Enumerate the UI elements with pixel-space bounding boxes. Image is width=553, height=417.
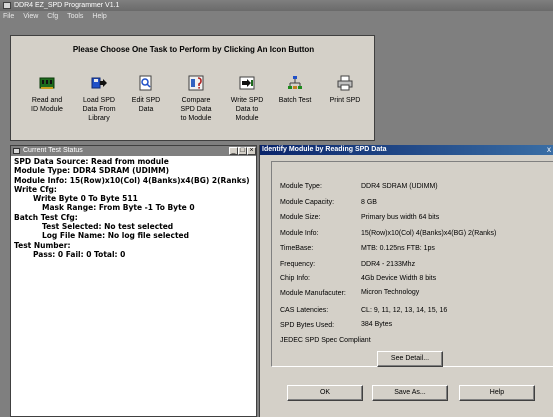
identify-module-dialog: Identify Module by Reading SPD Data x Mo… [259, 145, 553, 417]
field-label: Frequency: [280, 261, 316, 268]
field-label: Module Manufacuter: [280, 290, 346, 297]
compare-spd-button[interactable]: Compare SPD Data to Module [172, 75, 220, 123]
see-detail-button[interactable]: See Detail... [377, 351, 443, 367]
close-icon[interactable]: x [547, 145, 551, 155]
menu-help[interactable]: Help [92, 13, 106, 20]
status-line-pass-fail: Pass: 0 Fail: 0 Total: 0 [33, 249, 126, 259]
app-title-bar: DDR4 EZ_SPD Programmer V1.1 [0, 0, 553, 11]
task-label-line3: Library [88, 115, 110, 122]
field-value-module-size: Primary bus width 64 bits [361, 214, 440, 221]
status-line-module-info: Module Info: 15(Row)x10(Col) 4(Banks)x4(… [14, 175, 250, 185]
status-line-batch-cfg: Batch Test Cfg: [14, 212, 78, 222]
status-title: Current Test Status [23, 147, 83, 154]
compare-icon [188, 75, 204, 91]
field-label: SPD Bytes Used: [280, 322, 335, 329]
read-id-module-button[interactable]: Read and ID Module [23, 75, 71, 114]
status-line-module-type: Module Type: DDR4 SDRAM (UDIMM) [14, 166, 169, 176]
edit-spd-button[interactable]: Edit SPD Data [122, 75, 170, 114]
current-test-status-window: Current Test Status _ □ × SPD Data Sourc… [10, 145, 257, 417]
menu-tools[interactable]: Tools [67, 13, 83, 20]
printer-icon [337, 75, 353, 91]
write-arrow-icon [239, 76, 255, 90]
status-line-write-cfg: Write Cfg: [14, 184, 57, 194]
task-label-line1: Read and [31, 97, 63, 104]
field-value-cas-latencies: CL: 9, 11, 12, 13, 14, 15, 16 [361, 307, 448, 314]
ok-button[interactable]: OK [287, 385, 363, 401]
minimize-button[interactable]: _ [229, 147, 238, 155]
task-label-line2: Data From [82, 106, 116, 113]
menu-cfg[interactable]: Cfg [47, 13, 58, 20]
app-title: DDR4 EZ_SPD Programmer V1.1 [14, 2, 120, 9]
task-heading: Please Choose One Task to Perform by Cli… [72, 45, 315, 54]
help-button[interactable]: Help [459, 385, 535, 401]
status-line-source: SPD Data Source: Read from module [14, 157, 169, 166]
field-value-chip-info: 4Gb Device Width 8 bits [361, 275, 437, 282]
batch-network-icon [288, 76, 302, 89]
task-label-line2: SPD Data [180, 106, 212, 113]
task-label-line2: Data [138, 106, 154, 113]
load-spd-button[interactable]: Load SPD Data From Library [75, 75, 123, 123]
field-value-module-info: 15(Row)x10(Col) 4(Banks)x4(BG) 2(Ranks) [361, 230, 497, 237]
field-label: TimeBase: [280, 245, 314, 252]
app-icon [3, 2, 11, 9]
field-value-capacity: 8 GB [361, 199, 377, 206]
status-line-write-range: Write Byte 0 To Byte 511 [33, 194, 138, 204]
task-label-line1: Compare [181, 97, 211, 104]
task-label-line3: to Module [180, 115, 212, 122]
field-label: Chip Info: [280, 275, 310, 282]
task-panel: Please Choose One Task to Perform by Cli… [10, 35, 375, 141]
status-line-log-file: Log File Name: No log file selected [42, 231, 189, 241]
status-line-test-selected: Test Selected: No test selected [42, 222, 174, 232]
write-spd-button[interactable]: Write SPD Data to Module [223, 75, 271, 123]
batch-test-button[interactable]: Batch Test [271, 75, 319, 105]
menu-bar: File View Cfg Tools Help [0, 11, 553, 23]
memory-module-icon [39, 77, 55, 89]
identify-title: Identify Module by Reading SPD Data [262, 146, 387, 153]
status-title-bar: Current Test Status [11, 146, 256, 156]
status-line-test-number: Test Number: [14, 240, 71, 250]
menu-file[interactable]: File [3, 13, 14, 20]
field-label: Module Size: [280, 214, 321, 221]
field-value-spd-bytes: 384 Bytes [361, 321, 393, 328]
field-value-frequency: DDR4 - 2133Mhz [361, 261, 416, 268]
identify-title-bar: Identify Module by Reading SPD Data [260, 145, 553, 155]
field-label: CAS Latencies: [280, 307, 329, 314]
task-label-line1: Write SPD [230, 97, 264, 104]
status-body: SPD Data Source: Read from module Module… [14, 157, 254, 259]
magnifier-icon [139, 75, 152, 91]
task-label-line2: Data to [235, 106, 259, 113]
field-value-module-type: DDR4 SDRAM (UDIMM) [361, 183, 438, 190]
close-button[interactable]: × [247, 147, 256, 155]
task-label-line3: Module [235, 115, 259, 122]
field-label: Module Capacity: [280, 199, 335, 206]
field-value-manufacturer: Micron Technology [361, 289, 420, 296]
print-spd-button[interactable]: Print SPD [321, 75, 369, 105]
field-label: Module Info: [280, 230, 319, 237]
maximize-button[interactable]: □ [238, 147, 247, 155]
jedec-compliance-text: JEDEC SPD Spec Compliant [280, 337, 371, 344]
task-label-line2: ID Module [31, 106, 63, 113]
task-label-line1: Load SPD [83, 97, 115, 104]
task-label-line1: Batch Test [278, 97, 312, 104]
field-value-timebase: MTB: 0.125ns FTB: 1ps [361, 245, 435, 252]
save-as-button[interactable]: Save As... [372, 385, 448, 401]
window-icon [13, 148, 20, 154]
task-label-line1: Print SPD [329, 97, 361, 104]
status-line-mask-range: Mask Range: From Byte -1 To Byte 0 [42, 203, 195, 213]
menu-view[interactable]: View [23, 13, 38, 20]
task-label-line1: Edit SPD [131, 97, 161, 104]
field-label: Module Type: [280, 183, 322, 190]
load-arrow-icon [91, 77, 107, 89]
